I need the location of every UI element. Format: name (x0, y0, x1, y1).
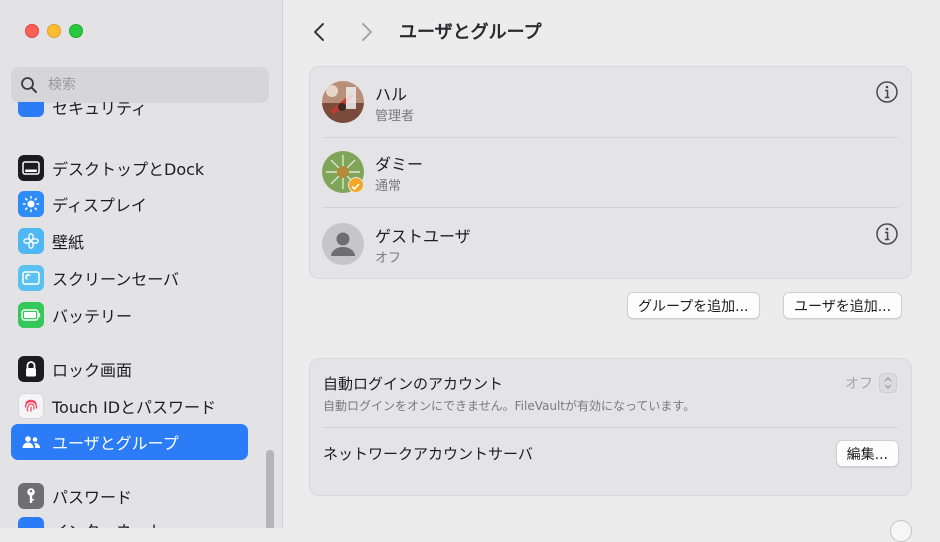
divider (323, 207, 898, 208)
sidebar-item-label: インターネット (52, 518, 164, 528)
chevron-left-icon (314, 23, 324, 41)
sidebar-item-passwords[interactable]: パスワード (11, 478, 248, 514)
edit-network-server-button[interactable]: 編集... (835, 440, 899, 467)
user-name: ハル (375, 85, 408, 104)
globe-icon (18, 517, 44, 528)
user-role: 管理者 (375, 109, 415, 124)
sidebar-item-label: ロック画面 (52, 361, 133, 380)
sidebar-item-security[interactable]: セキュリティ (11, 102, 248, 126)
fingerprint-icon (18, 393, 44, 419)
sidebar: セキュリティ デスクトップとDock ディスプレイ 壁紙 スクリーンセーバ (0, 0, 283, 528)
users-list: ハル 管理者 ダミー 通常 ゲストユーザ オフ (309, 66, 912, 279)
user-name: ダミー (375, 155, 424, 174)
user-role: オフ (375, 251, 402, 266)
user-row-hal[interactable]: ハル 管理者 (310, 67, 911, 137)
user-name: ゲストユーザ (375, 227, 471, 246)
auto-login-value: オフ (845, 376, 873, 392)
guest-avatar-icon (322, 223, 364, 265)
sidebar-item-screensaver[interactable]: スクリーンセーバ (11, 260, 248, 296)
sidebar-item-lock-screen[interactable]: ロック画面 (11, 351, 248, 387)
search-field[interactable] (11, 67, 269, 103)
sidebar-item-label: スクリーンセーバ (52, 270, 180, 289)
minimize-window-button[interactable] (47, 24, 61, 38)
divider (323, 427, 898, 428)
search-input[interactable] (46, 76, 250, 94)
screensaver-icon (18, 265, 44, 291)
info-icon[interactable] (875, 222, 899, 246)
window-controls (25, 24, 83, 38)
flower-icon (18, 228, 44, 254)
users-icon (18, 429, 44, 455)
add-group-button[interactable]: グループを追加... (627, 292, 760, 319)
user-avatar (322, 81, 364, 123)
user-row-dummy[interactable]: ダミー 通常 (310, 137, 911, 207)
forward-button[interactable] (355, 20, 379, 44)
sidebar-item-label: ユーザとグループ (52, 434, 179, 453)
auto-login-popup[interactable]: オフ (845, 373, 897, 393)
dock-icon (18, 155, 44, 181)
network-server-title: ネットワークアカウントサーバ (323, 445, 533, 463)
sidebar-item-label: セキュリティ (52, 102, 148, 118)
sun-icon (18, 191, 44, 217)
search-icon (21, 77, 37, 93)
login-settings-card: 自動ログインのアカウント 自動ログインをオンにできません。FileVaultが有… (309, 358, 912, 496)
sidebar-item-label: 壁紙 (52, 233, 85, 252)
zoom-window-button[interactable] (69, 24, 83, 38)
sidebar-item-label: デスクトップとDock (52, 160, 205, 179)
sidebar-item-wallpaper[interactable]: 壁紙 (11, 223, 248, 259)
sidebar-item-internet[interactable]: インターネット (11, 512, 248, 528)
sidebar-item-label: パスワード (52, 488, 133, 507)
close-window-button[interactable] (25, 24, 39, 38)
sidebar-item-users-groups[interactable]: ユーザとグループ (11, 424, 248, 460)
user-role: 通常 (375, 179, 402, 194)
main-pane: ユーザとグループ ハル 管理者 ダミー 通常 ゲストユーザ オフ グループを追加… (283, 0, 940, 542)
sidebar-item-battery[interactable]: バッテリー (11, 297, 248, 333)
lock-icon (18, 356, 44, 382)
sidebar-item-touch-id[interactable]: Touch IDとパスワード (11, 388, 248, 424)
chevron-right-icon (362, 23, 372, 41)
checkmark-badge-icon (348, 177, 364, 193)
add-user-button[interactable]: ユーザを追加... (783, 292, 903, 319)
sidebar-item-desktop-dock[interactable]: デスクトップとDock (11, 150, 248, 186)
sidebar-scrollbar[interactable] (266, 450, 274, 528)
back-button[interactable] (307, 20, 331, 44)
help-button[interactable] (890, 520, 912, 542)
sidebar-item-label: Touch IDとパスワード (52, 398, 217, 417)
info-icon[interactable] (875, 80, 899, 104)
auto-login-description: 自動ログインをオンにできません。FileVaultが有効になっています。 (323, 399, 696, 413)
sidebar-item-label: ディスプレイ (52, 196, 147, 215)
page-title: ユーザとグループ (399, 22, 542, 43)
auto-login-title: 自動ログインのアカウント (323, 375, 504, 393)
settings-window: セキュリティ デスクトップとDock ディスプレイ 壁紙 スクリーンセーバ (0, 0, 940, 542)
updown-chevron-icon (879, 373, 897, 393)
shield-icon (18, 102, 44, 117)
user-row-guest[interactable]: ゲストユーザ オフ (310, 209, 911, 279)
sidebar-item-display[interactable]: ディスプレイ (11, 186, 248, 222)
battery-icon (18, 302, 44, 328)
sidebar-item-label: バッテリー (52, 307, 133, 326)
key-icon (18, 483, 44, 509)
